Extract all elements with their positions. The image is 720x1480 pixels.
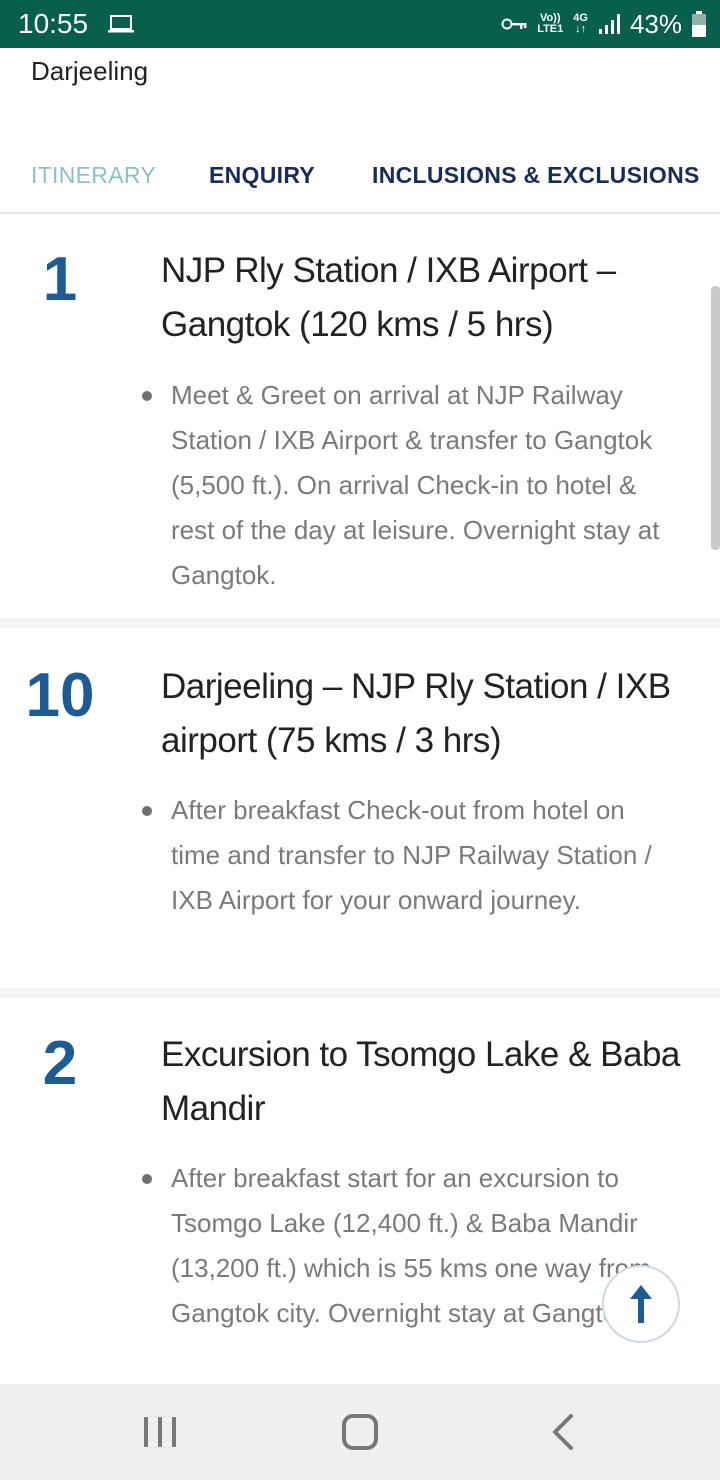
day-description: Meet & Greet on arrival at NJP Railway S…	[171, 380, 660, 590]
status-bar: 10:55 Vo)) LTE1 4G ↓↑ 43%	[0, 0, 720, 48]
tab-inclusions-exclusions[interactable]: INCLUSIONS & EXCLUSIONS	[372, 162, 700, 189]
home-icon[interactable]	[340, 1412, 380, 1452]
day-title: Darjeeling – NJP Rly Station / IXB airpo…	[161, 667, 671, 760]
day-number: 2	[42, 1029, 78, 1098]
itinerary-day: 10 Darjeeling – NJP Rly Station / IXB ai…	[0, 628, 720, 998]
day-number: 10	[25, 661, 95, 730]
tab-bar: ITINERARY ENQUIRY INCLUSIONS & EXCLUSION…	[0, 140, 720, 214]
signal-icon	[598, 14, 620, 34]
back-icon[interactable]	[545, 1412, 585, 1452]
day-number: 1	[42, 245, 78, 314]
laptop-icon	[108, 15, 134, 33]
lte-label: LTE1	[537, 23, 564, 35]
screen: 10:55 Vo)) LTE1 4G ↓↑ 43% Darjeeling ITI…	[0, 0, 720, 1480]
itinerary-list[interactable]: 1 NJP Rly Station / IXB Airport – Gangto…	[0, 216, 720, 1384]
network-indicator: 4G ↓↑	[573, 13, 588, 35]
itinerary-day: 1 NJP Rly Station / IXB Airport – Gangto…	[0, 216, 720, 628]
recents-icon[interactable]	[140, 1412, 180, 1452]
status-time: 10:55	[18, 8, 89, 39]
battery-icon	[692, 11, 706, 37]
day-description: After breakfast Check-out from hotel on …	[171, 795, 652, 915]
navigation-bar	[0, 1384, 720, 1480]
day-title: NJP Rly Station / IXB Airport – Gangtok …	[161, 251, 616, 344]
status-icons: Vo)) LTE1 4G ↓↑ 43%	[501, 6, 706, 42]
key-icon	[501, 18, 527, 30]
tab-enquiry[interactable]: ENQUIRY	[209, 162, 315, 189]
day-title: Excursion to Tsomgo Lake & Baba Mandir	[161, 1035, 680, 1128]
tab-itinerary[interactable]: ITINERARY	[31, 162, 156, 189]
bullet-icon	[142, 806, 152, 816]
data-arrows-icon: ↓↑	[575, 23, 587, 35]
battery-percent: 43%	[629, 8, 682, 39]
volte-indicator: Vo)) LTE1	[537, 13, 563, 35]
scrollbar[interactable]	[711, 286, 720, 550]
scroll-to-top-button[interactable]	[602, 1265, 680, 1343]
bullet-icon	[142, 391, 152, 401]
arrow-up-icon	[630, 1285, 652, 1323]
bullet-icon	[142, 1174, 152, 1184]
page-title: Darjeeling	[31, 56, 149, 86]
